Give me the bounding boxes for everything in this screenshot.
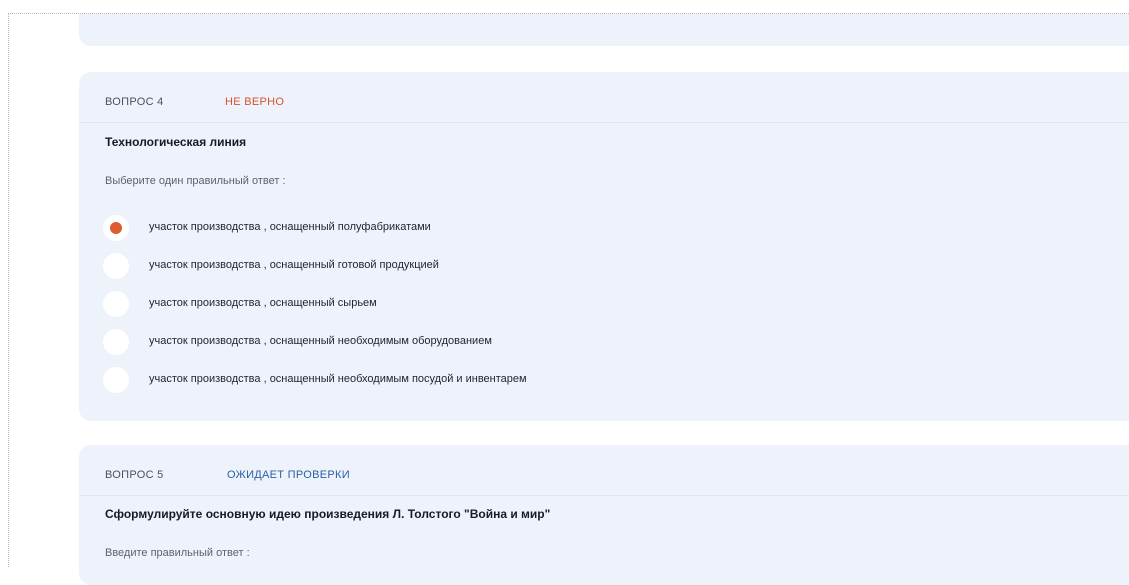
answer-option[interactable]: участок производства , оснащенный сырьем xyxy=(103,291,803,321)
answer-option[interactable]: участок производства , оснащенный необхо… xyxy=(103,367,803,397)
answer-option[interactable]: участок производства , оснащенный готово… xyxy=(103,253,803,283)
question-title: Технологическая линия xyxy=(105,135,247,149)
status-badge-pending: ОЖИДАЕТ ПРОВЕРКИ xyxy=(227,469,350,481)
answer-option-label: участок производства , оснащенный необхо… xyxy=(149,335,492,347)
answer-option[interactable]: участок производства , оснащенный полуфа… xyxy=(103,215,803,245)
question-number: ВОПРОС 4 xyxy=(105,96,164,108)
answer-option[interactable]: участок производства , оснащенный необхо… xyxy=(103,329,803,359)
question-card-4: ВОПРОС 4 НЕ ВЕРНО Технологическая линия … xyxy=(79,72,1129,421)
question-instruction: Выберите один правильный ответ : xyxy=(105,175,286,187)
answer-option-label: участок производства , оснащенный полуфа… xyxy=(149,221,431,233)
question-number: ВОПРОС 5 xyxy=(105,469,164,481)
question-header: ВОПРОС 4 НЕ ВЕРНО xyxy=(79,72,1129,123)
radio-button-selected[interactable] xyxy=(103,215,129,241)
previous-question-card xyxy=(79,14,1129,46)
question-title: Сформулируйте основную идею произведения… xyxy=(105,507,551,521)
answer-option-label: участок производства , оснащенный необхо… xyxy=(149,373,527,385)
radio-dot-icon xyxy=(110,222,122,234)
radio-button[interactable] xyxy=(103,253,129,279)
radio-button[interactable] xyxy=(103,367,129,393)
status-badge-wrong: НЕ ВЕРНО xyxy=(225,96,285,108)
radio-button[interactable] xyxy=(103,291,129,317)
radio-button[interactable] xyxy=(103,329,129,355)
answer-option-label: участок производства , оснащенный готово… xyxy=(149,259,439,271)
answer-option-label: участок производства , оснащенный сырьем xyxy=(149,297,377,309)
question-card-5: ВОПРОС 5 ОЖИДАЕТ ПРОВЕРКИ Сформулируйте … xyxy=(79,445,1129,585)
question-instruction: Введите правильный ответ : xyxy=(105,547,250,559)
question-header: ВОПРОС 5 ОЖИДАЕТ ПРОВЕРКИ xyxy=(79,445,1129,496)
